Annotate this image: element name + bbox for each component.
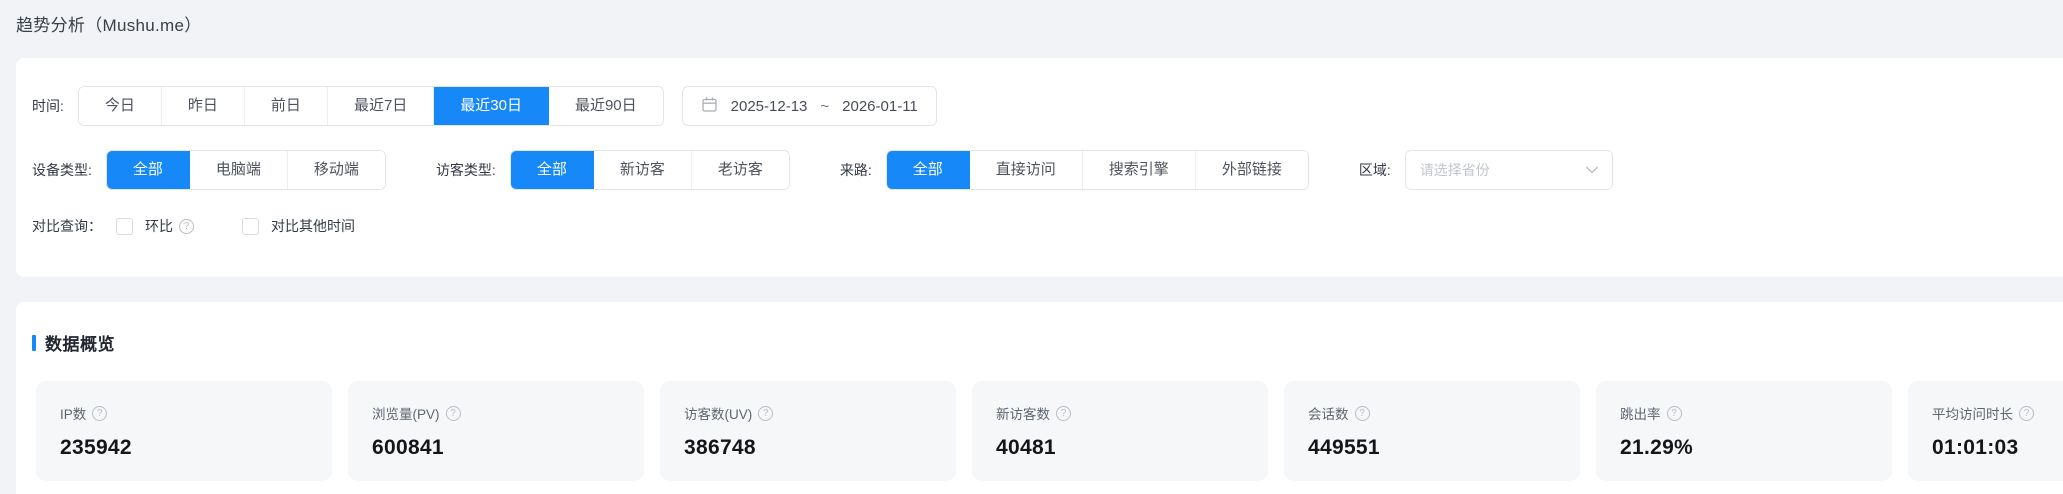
stat-card-sessions: 会话数 449551 [1284, 381, 1580, 481]
device-option-mobile[interactable]: 移动端 [287, 151, 385, 189]
stat-label: 会话数 [1308, 407, 1349, 422]
time-filter-row: 时间: 今日 昨日 前日 最近7日 最近30日 最近90日 2025-12-13… [32, 86, 2063, 126]
help-icon[interactable] [92, 405, 108, 421]
stat-value: 235942 [60, 436, 132, 459]
help-icon[interactable] [179, 218, 194, 234]
stat-card-bounce-rate: 跳出率 21.29% [1596, 381, 1892, 481]
province-select[interactable]: 请选择省份 [1404, 150, 1613, 190]
filter-panel: 时间: 今日 昨日 前日 最近7日 最近30日 最近90日 2025-12-13… [16, 58, 2063, 277]
visitor-option-returning[interactable]: 老访客 [691, 151, 789, 189]
calendar-icon [701, 96, 718, 117]
stat-value: 600841 [372, 436, 444, 459]
source-option-search-engine[interactable]: 搜索引擎 [1082, 151, 1196, 189]
stat-card-pv: 浏览量(PV) 600841 [348, 381, 644, 481]
ring-comparison-label: 环比 [145, 218, 173, 234]
source-option-external-link[interactable]: 外部链接 [1195, 151, 1308, 189]
ring-comparison-checkbox[interactable] [116, 217, 133, 235]
traffic-source-label: 来路: [839, 162, 872, 178]
help-icon[interactable] [1666, 405, 1682, 421]
time-range-group: 今日 昨日 前日 最近7日 最近30日 最近90日 [77, 86, 664, 126]
stat-label: 平均访问时长 [1932, 407, 2013, 422]
stat-value: 386748 [684, 436, 756, 459]
chevron-down-icon [1586, 161, 1598, 179]
stat-label: IP数 [60, 407, 87, 422]
help-icon[interactable] [445, 405, 461, 421]
stat-label: 新访客数 [996, 407, 1050, 422]
stat-card-ip: IP数 235942 [36, 381, 332, 481]
page-title: 趋势分析（Mushu.me） [16, 16, 202, 35]
compare-other-time-item: 对比其他时间 [242, 216, 355, 236]
date-range-end: 2026-01-11 [842, 97, 918, 115]
stat-value: 21.29% [1620, 436, 1694, 459]
visitor-option-all[interactable]: 全部 [510, 151, 594, 189]
visitor-type-group: 全部 新访客 老访客 [509, 150, 790, 190]
data-overview-panel: 数据概览 IP数 235942 浏览量(PV) 600841 访客数(UV) 3… [16, 302, 2063, 494]
stat-value: 449551 [1308, 436, 1380, 459]
date-range-picker[interactable]: 2025-12-13 ~ 2026-01-11 [681, 86, 937, 126]
help-icon[interactable] [2019, 405, 2034, 421]
region-filter: 区域: 请选择省份 [1359, 150, 1613, 190]
device-option-all[interactable]: 全部 [106, 151, 190, 189]
stat-card-avg-visit-duration: 平均访问时长 01:01:03 [1908, 381, 2063, 481]
data-overview-title: 数据概览 [45, 335, 115, 354]
time-option-last30days[interactable]: 最近30日 [434, 87, 549, 125]
stat-card-uv: 访客数(UV) 386748 [660, 381, 956, 481]
compare-ring-item: 环比 [116, 216, 194, 236]
visitor-option-new[interactable]: 新访客 [593, 151, 692, 189]
region-label: 区域: [1358, 162, 1391, 178]
compare-filter-row: 对比查询： 环比 对比其他时间 [32, 214, 2063, 238]
source-option-direct[interactable]: 直接访问 [969, 151, 1083, 189]
date-range-separator: ~ [820, 97, 830, 115]
device-type-label: 设备类型: [32, 162, 92, 178]
data-overview-header: 数据概览 [32, 330, 2063, 355]
stat-label: 访客数(UV) [684, 407, 753, 422]
segment-filter-row: 设备类型: 全部 电脑端 移动端 访客类型: 全部 新访客 老访客 来路: 全部… [32, 150, 2063, 190]
source-option-all[interactable]: 全部 [886, 151, 970, 189]
province-select-placeholder: 请选择省份 [1419, 162, 1490, 178]
compare-other-time-label: 对比其他时间 [271, 218, 355, 234]
stats-row: IP数 235942 浏览量(PV) 600841 访客数(UV) 386748… [36, 381, 2063, 481]
stat-value: 01:01:03 [1932, 436, 2019, 459]
time-filter-label: 时间: [32, 98, 64, 114]
time-option-last7days[interactable]: 最近7日 [327, 87, 435, 125]
compare-query-label: 对比查询： [32, 218, 102, 234]
help-icon[interactable] [1354, 405, 1370, 421]
device-option-desktop[interactable]: 电脑端 [189, 151, 288, 189]
stat-label: 浏览量(PV) [372, 407, 440, 422]
help-icon[interactable] [758, 405, 774, 421]
visitor-type-label: 访客类型: [435, 162, 496, 178]
traffic-source-filter: 来路: 全部 直接访问 搜索引擎 外部链接 [840, 150, 1309, 190]
traffic-source-group: 全部 直接访问 搜索引擎 外部链接 [885, 150, 1309, 190]
date-range-start: 2025-12-13 [730, 97, 808, 115]
stat-value: 40481 [996, 436, 1056, 459]
section-accent-bar [32, 334, 36, 351]
stat-card-new-visitors: 新访客数 40481 [972, 381, 1268, 481]
help-icon[interactable] [1056, 405, 1071, 421]
device-type-filter: 设备类型: 全部 电脑端 移动端 [32, 150, 386, 190]
time-option-today[interactable]: 今日 [78, 87, 162, 125]
visitor-type-filter: 访客类型: 全部 新访客 老访客 [436, 150, 790, 190]
time-option-last90days[interactable]: 最近90日 [548, 87, 663, 125]
compare-other-time-checkbox[interactable] [242, 217, 259, 235]
device-type-group: 全部 电脑端 移动端 [105, 150, 386, 190]
stat-label: 跳出率 [1620, 407, 1661, 422]
time-option-day-before[interactable]: 前日 [244, 87, 328, 125]
time-option-yesterday[interactable]: 昨日 [161, 87, 245, 125]
